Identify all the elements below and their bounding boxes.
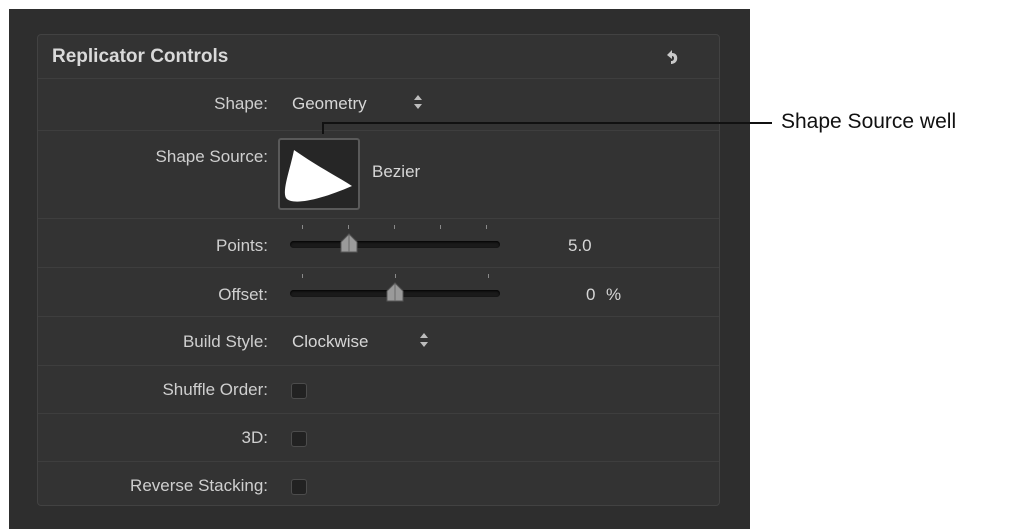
slider-tick — [486, 225, 487, 229]
replicator-controls-panel: Replicator Controls Shape: Geometry Shap… — [37, 34, 720, 506]
points-slider[interactable] — [290, 233, 500, 253]
3d-label: 3D: — [241, 428, 268, 447]
points-slider-thumb[interactable] — [339, 233, 359, 253]
slider-tick — [348, 225, 349, 229]
shape-value: Geometry — [292, 94, 367, 113]
shuffle-order-label: Shuffle Order: — [162, 380, 268, 399]
slider-tick — [488, 274, 489, 278]
offset-value[interactable]: 0 — [586, 285, 595, 305]
offset-label: Offset: — [218, 285, 268, 304]
offset-row: Offset: 0 % — [38, 268, 719, 317]
3d-row: 3D: — [38, 414, 719, 462]
slider-tick — [302, 274, 303, 278]
panel-header: Replicator Controls — [38, 35, 719, 79]
build-style-value: Clockwise — [292, 332, 369, 351]
reverse-stacking-label: Reverse Stacking: — [130, 476, 268, 495]
up-down-arrows-icon — [419, 332, 429, 353]
up-down-arrows-icon — [413, 94, 423, 115]
offset-slider-thumb[interactable] — [385, 282, 405, 302]
offset-slider[interactable] — [290, 282, 500, 302]
slider-tick — [440, 225, 441, 229]
shape-source-name: Bezier — [372, 162, 421, 181]
reverse-stacking-row: Reverse Stacking: — [38, 462, 719, 506]
panel-title: Replicator Controls — [52, 46, 229, 67]
reset-arrow-icon[interactable] — [661, 47, 681, 67]
points-value[interactable]: 5.0 — [568, 236, 592, 256]
points-label: Points: — [216, 236, 268, 255]
shuffle-order-row: Shuffle Order: — [38, 366, 719, 414]
shuffle-order-checkbox[interactable] — [291, 383, 307, 399]
points-row: Points: 5.0 — [38, 219, 719, 268]
slider-tick — [394, 225, 395, 229]
shape-label: Shape: — [214, 94, 268, 113]
shape-source-label: Shape Source: — [155, 147, 268, 166]
callout-label: Shape Source well — [781, 110, 957, 133]
build-style-row: Build Style: Clockwise — [38, 317, 719, 366]
3d-checkbox[interactable] — [291, 431, 307, 447]
offset-unit: % — [606, 285, 622, 304]
callout-leader-horizontal — [322, 122, 772, 124]
shape-source-row: Shape Source: Bezier — [38, 131, 719, 219]
build-style-label: Build Style: — [182, 332, 268, 351]
bezier-shape-thumbnail — [284, 150, 352, 202]
reverse-stacking-checkbox[interactable] — [291, 479, 307, 495]
slider-tick — [302, 225, 303, 229]
slider-tick — [395, 274, 396, 278]
shape-source-well[interactable] — [278, 138, 360, 210]
